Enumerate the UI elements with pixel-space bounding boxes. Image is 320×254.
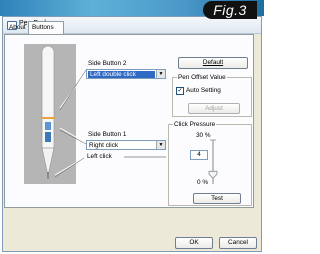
- side-button-2-select[interactable]: Left double click ▼: [86, 69, 166, 79]
- pen-offset-title: Pen Offset Value: [177, 73, 227, 82]
- side-button-2-value: Left double click: [88, 71, 155, 78]
- side-button-1-select[interactable]: Right click ▼: [86, 140, 166, 150]
- chevron-down-icon[interactable]: ▼: [156, 70, 165, 78]
- auto-setting-label: Auto Setting: [186, 87, 221, 94]
- chevron-down-icon[interactable]: ▼: [156, 141, 165, 149]
- slider-thumb[interactable]: [208, 170, 218, 179]
- tip-label: Left click: [87, 153, 112, 160]
- click-pressure-title: Click Pressure: [173, 120, 217, 129]
- cancel-button-label: Cancel: [228, 239, 248, 246]
- ok-button[interactable]: OK: [175, 237, 213, 249]
- adjust-button[interactable]: Adjust: [188, 103, 240, 114]
- default-button-label: Default: [202, 59, 224, 66]
- adjust-button-label: Adjust: [205, 105, 223, 112]
- side-button-2-label: Side Button 2: [88, 60, 127, 67]
- cancel-button[interactable]: Cancel: [219, 237, 257, 249]
- test-button-label: Test: [211, 195, 223, 202]
- pressure-current-value: 4: [197, 151, 201, 158]
- checkmark-icon: ✓: [177, 88, 183, 94]
- auto-setting-checkbox[interactable]: ✓: [176, 87, 184, 95]
- test-button[interactable]: Test: [193, 193, 241, 204]
- side-button-1-label: Side Button 1: [88, 131, 127, 138]
- side-button-1-value: Right click: [89, 142, 119, 149]
- ok-button-label: OK: [189, 239, 199, 246]
- default-button[interactable]: Default: [178, 57, 248, 69]
- pressure-slider[interactable]: [206, 138, 220, 190]
